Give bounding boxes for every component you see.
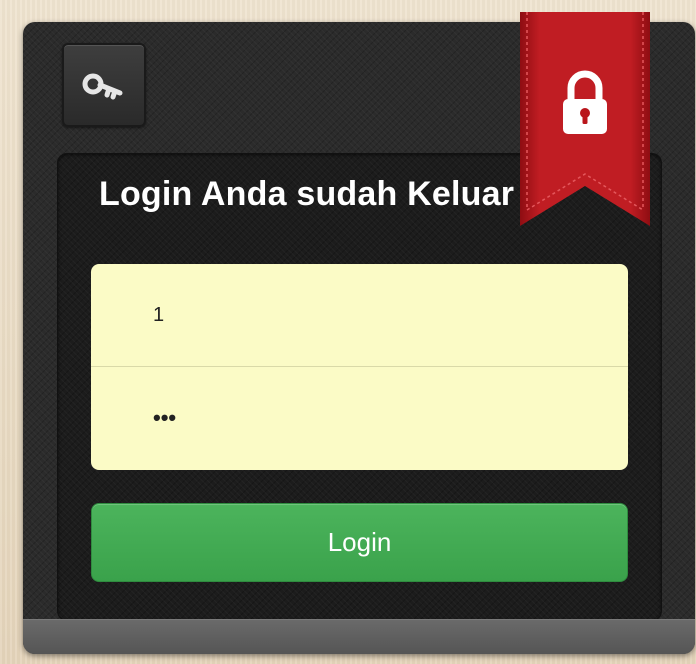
lock-ribbon <box>518 12 652 226</box>
key-icon <box>82 73 123 100</box>
username-field[interactable] <box>91 264 628 366</box>
password-field[interactable] <box>91 367 628 469</box>
panel-bottom-bar <box>23 619 695 654</box>
key-button[interactable] <box>62 43 146 127</box>
login-button[interactable]: Login <box>91 503 628 582</box>
credentials-group <box>91 264 628 470</box>
page-title: Login Anda sudah Keluar <box>99 175 515 213</box>
